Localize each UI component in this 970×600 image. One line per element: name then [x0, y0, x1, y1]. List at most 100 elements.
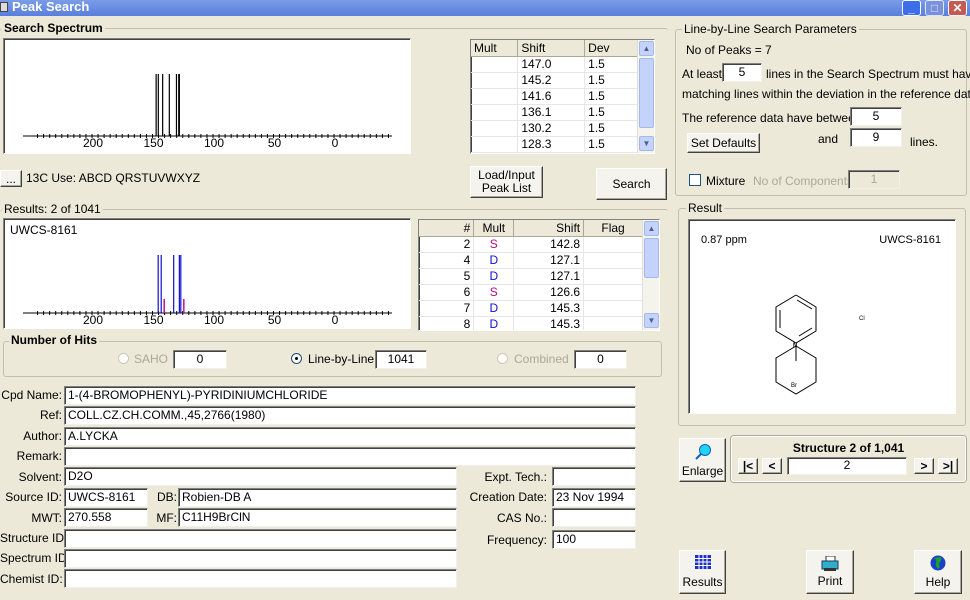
cell-flag[interactable] — [583, 268, 643, 285]
scroll-up-button[interactable]: ▲ — [644, 221, 659, 236]
previous-button[interactable]: < — [762, 458, 782, 474]
table-row[interactable]: 8 D 145.3 — [419, 316, 643, 330]
cell-mult[interactable]: S — [473, 284, 515, 301]
close-button[interactable]: ✕ — [948, 0, 967, 16]
line-by-line-radio[interactable] — [291, 353, 302, 364]
combined-radio[interactable] — [497, 353, 508, 364]
cell-mult[interactable]: D — [473, 252, 515, 269]
last-button[interactable]: >| — [938, 458, 958, 474]
scroll-up-button[interactable]: ▲ — [639, 41, 654, 56]
first-button[interactable]: |< — [738, 458, 758, 474]
cell-num[interactable]: 6 — [419, 284, 475, 301]
cell-shift[interactable]: 145.3 — [513, 300, 585, 317]
table-row[interactable]: 7 D 145.3 — [419, 300, 643, 317]
cell-mult[interactable] — [471, 56, 519, 73]
help-button[interactable]: Help — [914, 550, 962, 594]
author-field[interactable]: A.LYCKA — [64, 427, 636, 446]
structure-id-field[interactable] — [64, 529, 457, 548]
table-row[interactable]: 5 D 127.1 — [419, 268, 643, 285]
table-row[interactable]: 2 S 142.8 — [419, 236, 643, 253]
maximize-button[interactable]: □ — [925, 0, 944, 16]
at-least-field[interactable]: 5 — [722, 63, 762, 82]
cell-dev[interactable]: 1.5 — [584, 120, 639, 137]
solvent-field[interactable]: D2O — [64, 467, 457, 486]
cell-num[interactable]: 8 — [419, 316, 475, 330]
table-row[interactable]: 141.6 1.5 — [471, 88, 639, 105]
cas-no-field[interactable] — [552, 508, 636, 527]
search-peaks-grid[interactable]: Mult Shift Dev 147.0 1.5 145.2 1.5 141.6 1.5 1… — [471, 40, 639, 153]
cell-mult[interactable] — [471, 136, 519, 153]
table-row[interactable]: 147.0 1.5 — [471, 56, 639, 73]
col-flag[interactable]: Flag — [583, 220, 643, 237]
scroll-down-button[interactable]: ▼ — [644, 313, 659, 328]
minimize-button[interactable]: _ — [902, 0, 921, 16]
cell-num[interactable]: 4 — [419, 252, 475, 269]
cell-flag[interactable] — [583, 252, 643, 269]
cell-shift[interactable]: 127.1 — [513, 268, 585, 285]
load-input-peak-list-button[interactable]: Load/Input Peak List — [470, 166, 543, 198]
scroll-down-button[interactable]: ▼ — [639, 136, 654, 151]
cell-shift[interactable]: 130.2 — [517, 120, 586, 137]
ref-field[interactable]: COLL.CZ.CH.COMM.,45,2766(1980) — [64, 406, 636, 425]
cell-shift[interactable]: 145.2 — [517, 72, 586, 89]
saho-radio[interactable] — [118, 353, 129, 364]
chemist-id-field[interactable] — [64, 569, 457, 588]
cell-mult[interactable] — [471, 104, 519, 121]
cell-shift[interactable]: 136.1 — [517, 104, 586, 121]
print-button[interactable]: Print — [806, 550, 854, 594]
creation-date-field[interactable]: 23 Nov 1994 — [552, 488, 636, 507]
result-table-scrollbar[interactable]: ▲ ▼ — [642, 220, 659, 330]
cell-num[interactable]: 2 — [419, 236, 475, 253]
col-mult[interactable]: Mult — [473, 220, 515, 237]
results-button[interactable]: Results — [679, 550, 726, 594]
result-peaks-grid[interactable]: # Mult Shift Flag 2 S 142.8 4 D 127.1 5 D 127.1 6… — [419, 220, 643, 330]
next-button[interactable]: > — [914, 458, 934, 474]
search-peaks-table[interactable]: Mult Shift Dev 147.0 1.5 145.2 1.5 141.6 1.5 1… — [470, 39, 655, 154]
search-button[interactable]: Search — [596, 168, 667, 200]
spectrum-id-field[interactable] — [64, 549, 457, 568]
mf-field[interactable]: C11H9BrClN — [178, 508, 457, 527]
cell-dev[interactable]: 1.5 — [584, 136, 639, 153]
cell-flag[interactable] — [583, 316, 643, 330]
table-row[interactable]: 130.2 1.5 — [471, 120, 639, 137]
search-table-scrollbar[interactable]: ▲ ▼ — [637, 40, 654, 153]
cell-num[interactable]: 5 — [419, 268, 475, 285]
table-row[interactable]: 136.1 1.5 — [471, 104, 639, 121]
table-row[interactable]: 6 S 126.6 — [419, 284, 643, 301]
cell-shift[interactable]: 142.8 — [513, 236, 585, 253]
cell-flag[interactable] — [583, 284, 643, 301]
cell-mult[interactable]: D — [473, 316, 515, 330]
cell-flag[interactable] — [583, 300, 643, 317]
source-id-field[interactable]: UWCS-8161 — [64, 488, 148, 507]
cell-mult[interactable] — [471, 72, 519, 89]
cell-dev[interactable]: 1.5 — [584, 104, 639, 121]
col-mult[interactable]: Mult — [471, 40, 519, 57]
cell-shift[interactable]: 145.3 — [513, 316, 585, 330]
cpd-name-field[interactable]: 1-(4-BROMOPHENYL)-PYRIDINIUMCHLORIDE — [64, 386, 636, 405]
enlarge-button[interactable]: Enlarge — [679, 438, 726, 482]
cell-mult[interactable] — [471, 88, 519, 105]
cell-shift[interactable]: 141.6 — [517, 88, 586, 105]
cell-dev[interactable]: 1.5 — [584, 72, 639, 89]
cell-mult[interactable]: S — [473, 236, 515, 253]
set-defaults-button[interactable]: Set Defaults — [687, 133, 760, 153]
col-shift[interactable]: Shift — [517, 40, 586, 57]
between-max-field[interactable]: 9 — [850, 128, 902, 147]
col-dev[interactable]: Dev — [584, 40, 639, 57]
ellipsis-button[interactable]: ... — [0, 170, 22, 187]
mwt-field[interactable]: 270.558 — [64, 508, 148, 527]
structure-number-field[interactable]: 2 — [787, 457, 907, 475]
remark-field[interactable] — [64, 447, 636, 466]
expt-tech-field[interactable] — [552, 467, 636, 486]
between-min-field[interactable]: 5 — [850, 107, 902, 126]
result-peaks-table[interactable]: # Mult Shift Flag 2 S 142.8 4 D 127.1 5 D 127.1 6… — [418, 219, 660, 331]
cell-mult[interactable]: D — [473, 300, 515, 317]
cell-dev[interactable]: 1.5 — [584, 56, 639, 73]
cell-mult[interactable] — [471, 120, 519, 137]
col-shift[interactable]: Shift — [513, 220, 585, 237]
cell-mult[interactable]: D — [473, 268, 515, 285]
cell-num[interactable]: 7 — [419, 300, 475, 317]
frequency-field[interactable]: 100 — [552, 530, 636, 549]
scroll-thumb[interactable] — [644, 238, 659, 278]
table-row[interactable]: 4 D 127.1 — [419, 252, 643, 269]
